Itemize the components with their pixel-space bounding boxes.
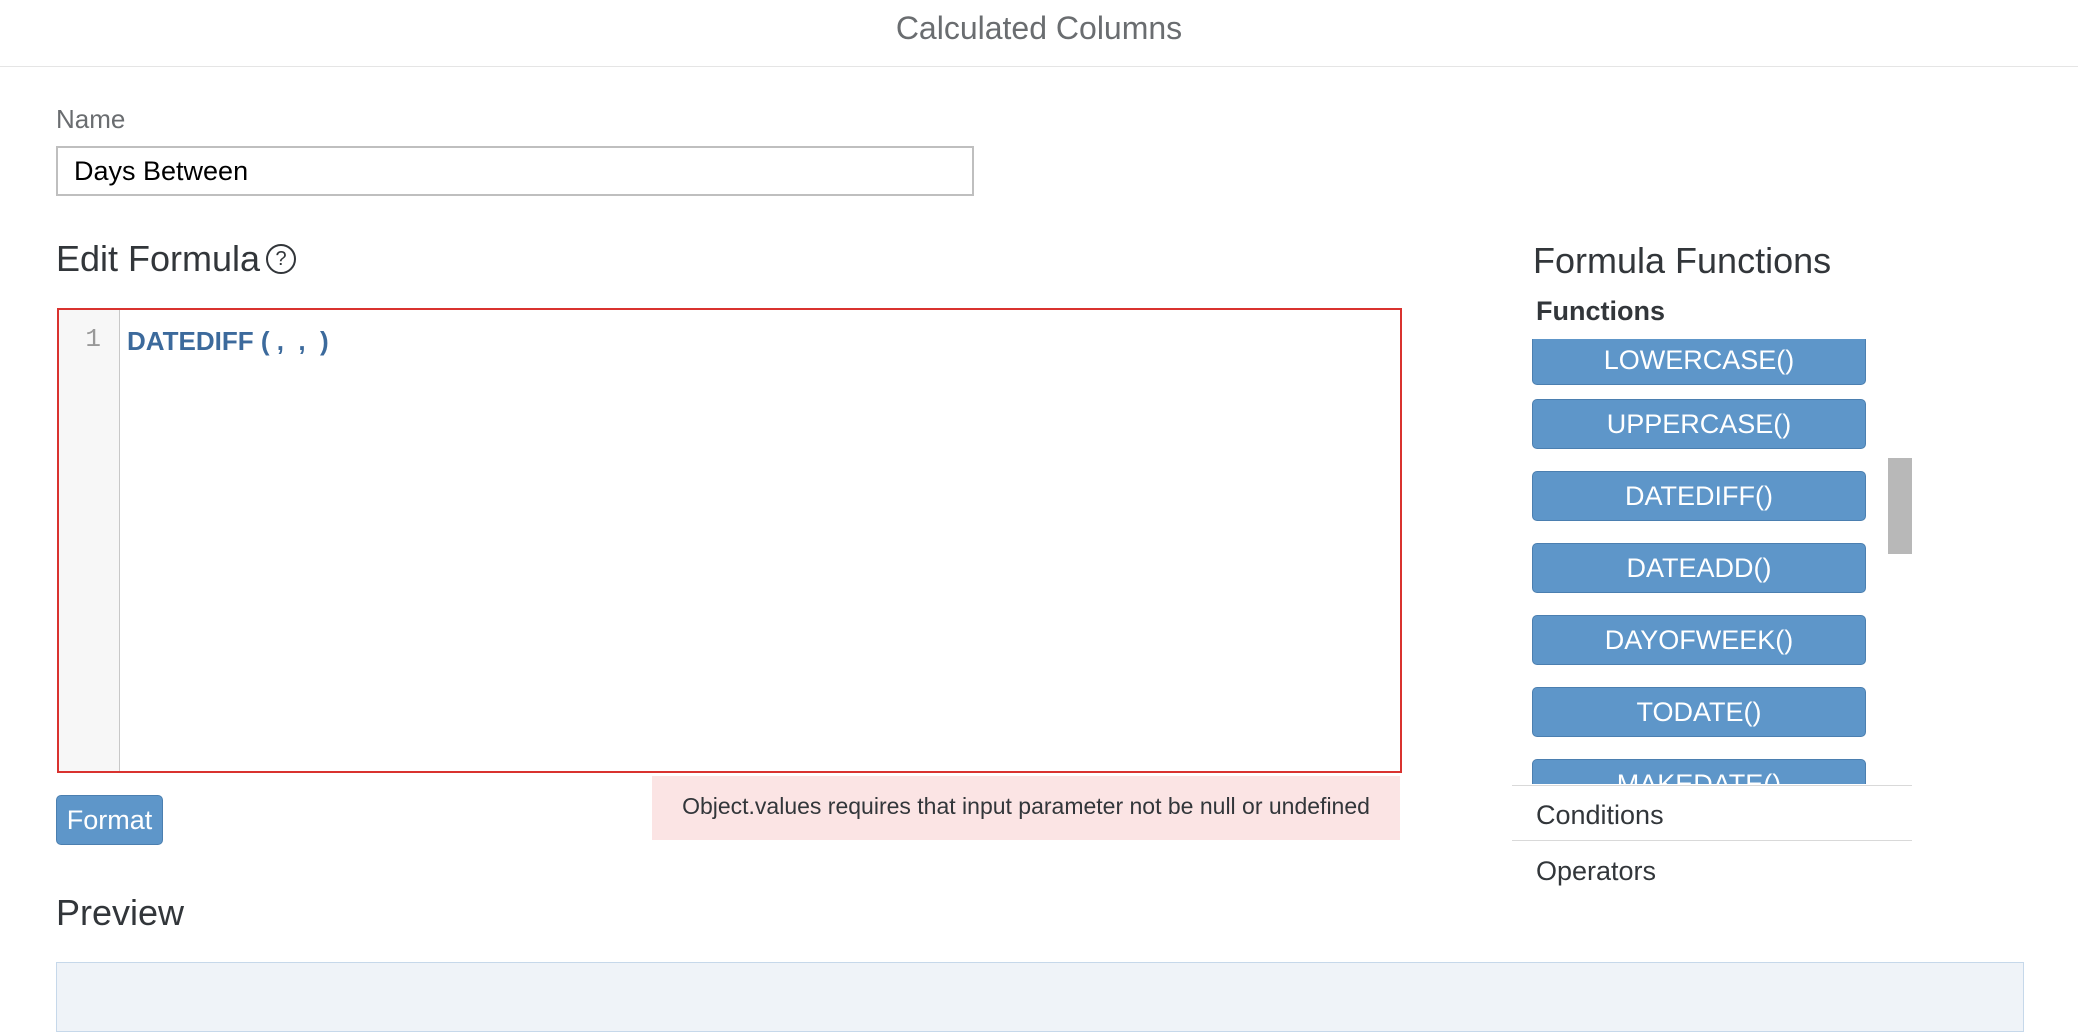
name-label: Name — [56, 104, 126, 134]
edit-formula-title: Edit Formula — [56, 238, 261, 279]
function-makedate-button[interactable]: MAKEDATE() — [1532, 759, 1866, 784]
functions-scrollbar[interactable] — [1888, 458, 1912, 554]
preview-title: Preview — [56, 892, 185, 933]
line-number: 1 — [85, 324, 101, 354]
function-datediff-button[interactable]: DATEDIFF() — [1532, 471, 1866, 521]
function-dateadd-button[interactable]: DATEADD() — [1532, 543, 1866, 593]
format-button[interactable]: Format — [56, 795, 163, 845]
formula-code-line[interactable]: DATEDIFF ( , , ) — [127, 326, 329, 357]
header-bar: Calculated Columns — [0, 0, 2078, 67]
line-number-gutter: 1 — [59, 310, 120, 771]
functions-list[interactable]: LOWERCASE() UPPERCASE() DATEDIFF() DATEA… — [1530, 339, 1910, 784]
preview-box — [56, 962, 2024, 1032]
page-title: Calculated Columns — [895, 10, 1183, 46]
function-lowercase-button[interactable]: LOWERCASE() — [1532, 339, 1866, 385]
operators-section[interactable]: Operators — [1536, 856, 1656, 887]
functions-section-label[interactable]: Functions — [1536, 296, 1665, 327]
divider — [1512, 840, 1912, 841]
function-uppercase-button[interactable]: UPPERCASE() — [1532, 399, 1866, 449]
divider — [1512, 785, 1912, 786]
name-input[interactable] — [56, 146, 974, 196]
function-todate-button[interactable]: TODATE() — [1532, 687, 1866, 737]
question-circle-icon[interactable]: ? — [266, 244, 296, 274]
formula-editor[interactable]: 1 DATEDIFF ( , , ) — [57, 308, 1402, 773]
function-dayofweek-button[interactable]: DAYOFWEEK() — [1532, 615, 1866, 665]
formula-functions-title: Formula Functions — [1533, 240, 1832, 281]
conditions-section[interactable]: Conditions — [1536, 800, 1664, 831]
error-message: Object.values requires that input parame… — [652, 776, 1400, 840]
